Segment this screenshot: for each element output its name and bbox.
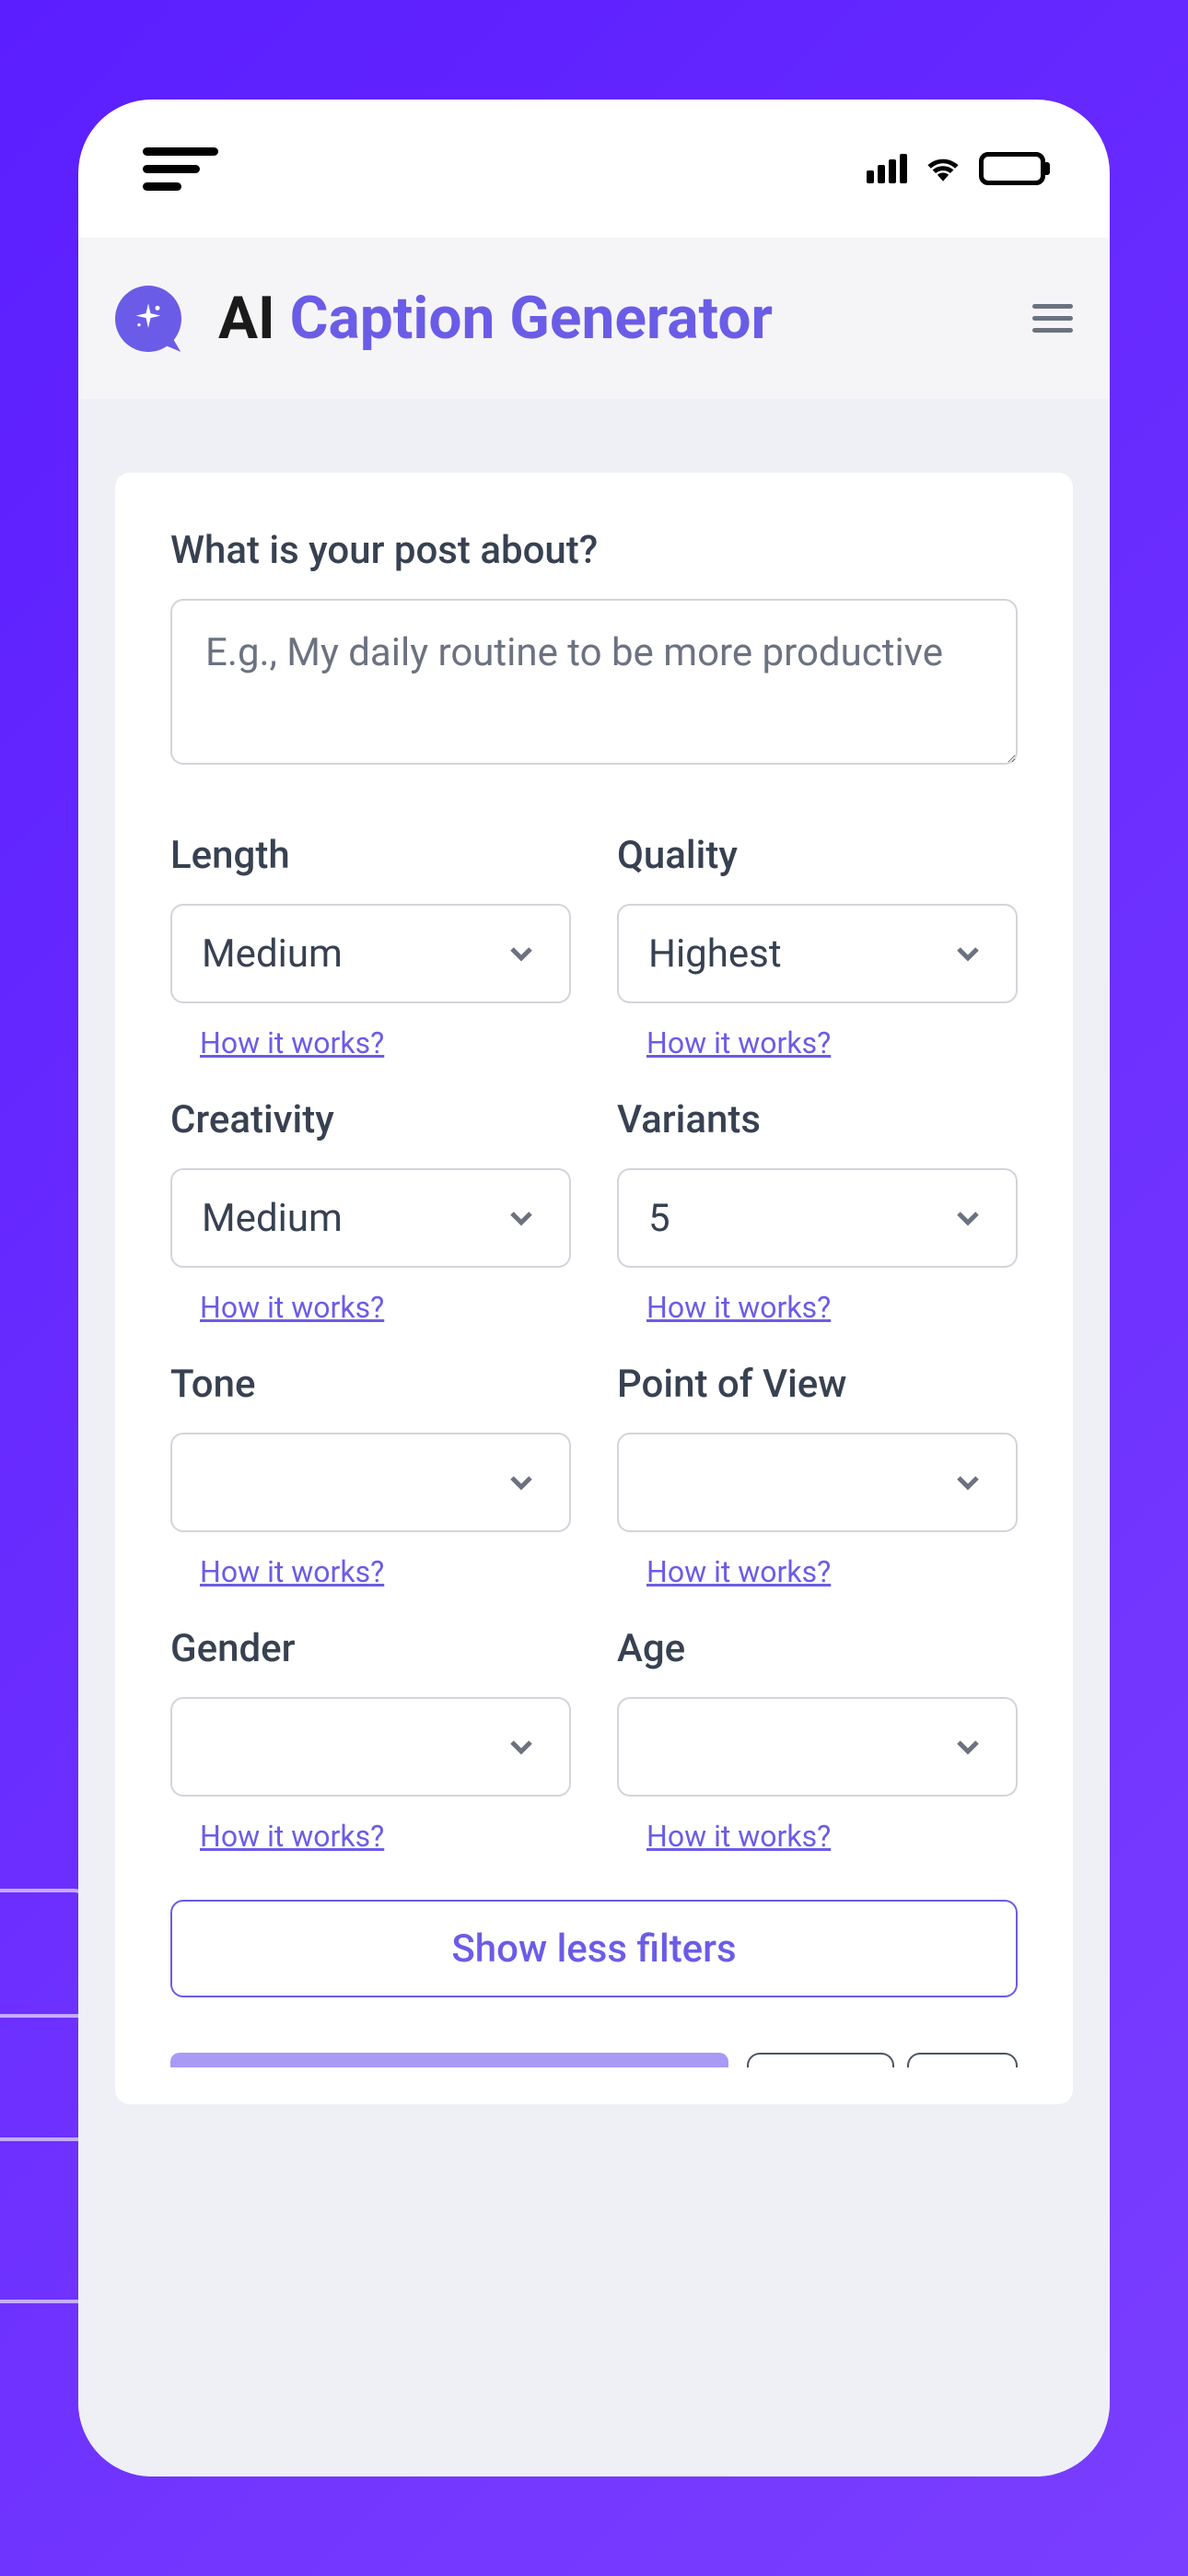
length-help-link[interactable]: How it works? xyxy=(200,1025,571,1060)
tone-help-link[interactable]: How it works? xyxy=(200,1554,571,1589)
toggle-filters-button[interactable]: Show less filters xyxy=(170,1900,1018,1997)
creativity-help-link[interactable]: How it works? xyxy=(200,1290,571,1325)
page-title: AI Caption Generator xyxy=(218,284,773,353)
pov-label: Point of View xyxy=(617,1362,1018,1407)
creativity-select[interactable]: Medium xyxy=(170,1168,571,1268)
chevron-down-icon xyxy=(949,1728,986,1765)
chevron-down-icon xyxy=(503,1464,540,1501)
action-pill[interactable] xyxy=(747,2053,894,2067)
creativity-label: Creativity xyxy=(170,1097,571,1142)
chevron-down-icon xyxy=(949,1200,986,1236)
creativity-value: Medium xyxy=(202,1196,503,1241)
progress-bar xyxy=(170,2053,728,2067)
length-label: Length xyxy=(170,833,571,878)
variants-label: Variants xyxy=(617,1097,1018,1142)
title-prefix: AI xyxy=(218,284,275,353)
age-label: Age xyxy=(617,1626,1018,1671)
battery-icon xyxy=(979,152,1045,185)
chevron-down-icon xyxy=(503,1200,540,1236)
app-logo-icon xyxy=(115,286,181,352)
quality-select[interactable]: Highest xyxy=(617,904,1018,1003)
chevron-down-icon xyxy=(503,935,540,972)
quality-help-link[interactable]: How it works? xyxy=(646,1025,1018,1060)
variants-help-link[interactable]: How it works? xyxy=(646,1290,1018,1325)
quality-value: Highest xyxy=(648,931,949,977)
signal-icon xyxy=(867,154,907,183)
title-suffix: Caption Generator xyxy=(290,284,773,353)
generator-card: What is your post about? Length Medium H… xyxy=(115,473,1073,2104)
pov-help-link[interactable]: How it works? xyxy=(646,1554,1018,1589)
status-bar xyxy=(78,100,1110,238)
hamburger-menu-icon[interactable] xyxy=(1032,304,1073,333)
length-select[interactable]: Medium xyxy=(170,904,571,1003)
app-header: AI Caption Generator xyxy=(78,238,1110,399)
chevron-down-icon xyxy=(949,1464,986,1501)
prompt-input[interactable] xyxy=(170,599,1018,765)
tone-label: Tone xyxy=(170,1362,571,1407)
chevron-down-icon xyxy=(503,1728,540,1765)
wifi-icon xyxy=(924,152,962,185)
gender-select[interactable] xyxy=(170,1697,571,1797)
age-help-link[interactable]: How it works? xyxy=(646,1819,1018,1854)
gender-label: Gender xyxy=(170,1626,571,1671)
quality-label: Quality xyxy=(617,833,1018,878)
gender-help-link[interactable]: How it works? xyxy=(200,1819,571,1854)
age-select[interactable] xyxy=(617,1697,1018,1797)
prompt-label: What is your post about? xyxy=(170,528,1018,573)
phone-frame: AI Caption Generator What is your post a… xyxy=(78,100,1110,2476)
length-value: Medium xyxy=(202,931,503,977)
pov-select[interactable] xyxy=(617,1433,1018,1532)
menu-toggle-icon[interactable] xyxy=(143,147,218,191)
chevron-down-icon xyxy=(949,935,986,972)
variants-select[interactable]: 5 xyxy=(617,1168,1018,1268)
action-pill[interactable] xyxy=(907,2053,1018,2067)
tone-select[interactable] xyxy=(170,1433,571,1532)
variants-value: 5 xyxy=(648,1196,949,1241)
